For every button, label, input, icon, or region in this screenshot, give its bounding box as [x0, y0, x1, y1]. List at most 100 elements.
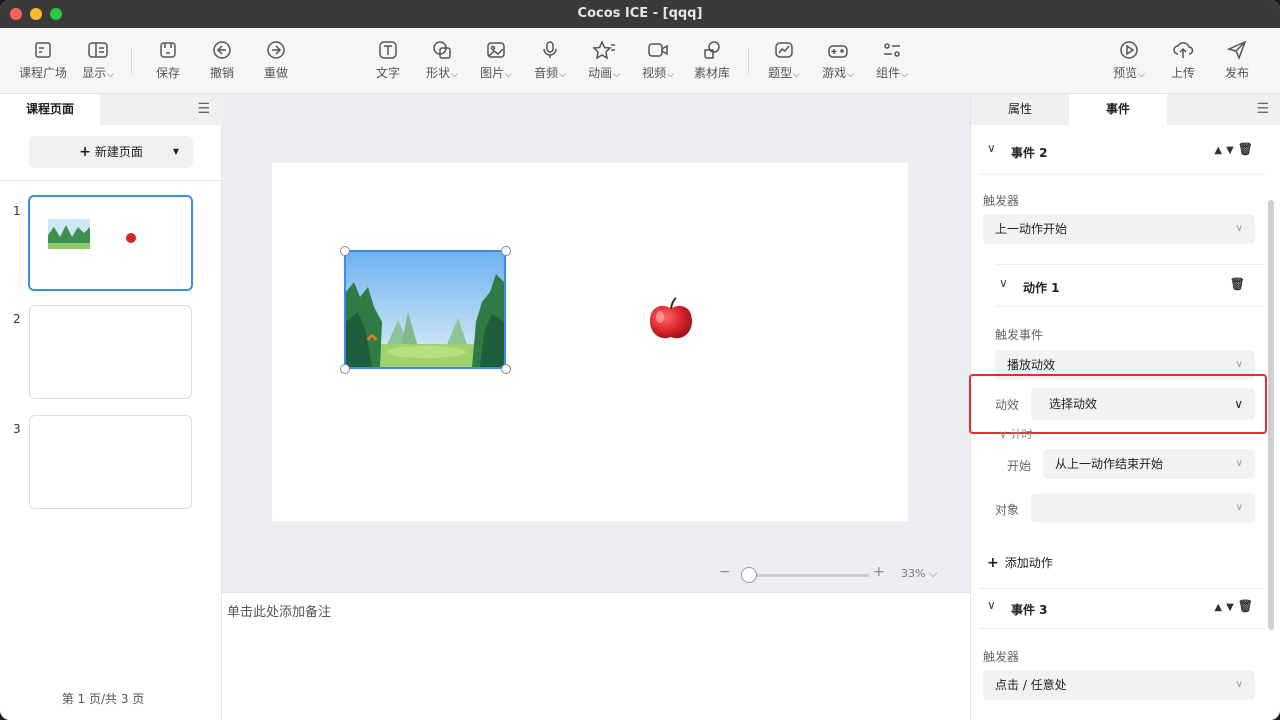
toolbar-undo[interactable]: 撤销 [194, 40, 250, 84]
page-thumbnail-2[interactable] [29, 305, 192, 399]
tab-events[interactable]: 事件 [1069, 94, 1167, 125]
trash-icon[interactable]: 🗑 [1238, 599, 1257, 613]
chevron-down-icon[interactable]: ∨ [999, 276, 1008, 290]
toolbar-animation[interactable]: 动画⌵ [576, 40, 632, 84]
trigger-label: 触发器 [983, 650, 1020, 664]
chevron-down-icon[interactable]: ∨ [987, 141, 996, 155]
main-toolbar: 课程广场 显示⌵ 保存 撤销 重做 文字 形状⌵ 图片⌵ 音频⌵ 动画⌵ 视频⌵… [0, 28, 1280, 94]
trigger-event-label: 触发事件 [995, 328, 1044, 342]
toolbar-label: 文字 [375, 66, 400, 80]
toolbar-label: 音频 [534, 66, 559, 80]
chevron-down-icon[interactable]: ∨ [987, 598, 996, 612]
chevron-down-icon: ⌵ [901, 70, 908, 80]
toolbar-upload[interactable]: 上传 [1155, 40, 1211, 84]
page-list-panel: 课程页面 ☰ + 新建页面 ▼ 1 2 3 第 1 页/共 3 页 [0, 94, 222, 720]
page-number: 2 [13, 312, 21, 326]
new-page-button[interactable]: + 新建页面 ▼ [29, 136, 193, 168]
toolbar-save[interactable]: 保存 [140, 40, 196, 84]
forest-image[interactable] [344, 250, 506, 369]
move-up-icon[interactable]: ▲ [1214, 602, 1226, 613]
toolbar-component[interactable]: 组件⌵ [864, 40, 920, 84]
trash-icon[interactable]: 🗑 [1238, 142, 1257, 156]
start-select[interactable]: 从上一动作结束开始 ∨ [1043, 449, 1255, 479]
move-up-icon[interactable]: ▲ [1214, 145, 1226, 156]
timing-label: 计时 [1010, 428, 1033, 441]
chevron-down-icon: ⌵ [613, 70, 620, 80]
timing-section[interactable]: ∨ 计时 [999, 426, 1033, 442]
chevron-down-icon: ∨ [1235, 223, 1243, 234]
toolbar-game[interactable]: 游戏⌵ [810, 40, 866, 84]
toolbar-audio[interactable]: 音频⌵ [522, 40, 578, 84]
start-value: 从上一动作结束开始 [1055, 457, 1164, 471]
chevron-down-icon: ⌵ [928, 567, 938, 580]
trigger-select[interactable]: 上一动作开始 ∨ [983, 214, 1255, 244]
page-number: 3 [13, 422, 21, 436]
trigger-value: 上一动作开始 [995, 222, 1068, 236]
action-1-header[interactable]: ∨ 动作 1 🗑 [999, 275, 1261, 299]
tab-properties[interactable]: 属性 [971, 94, 1069, 125]
page-thumbnail-1[interactable] [28, 195, 193, 291]
toolbar-label: 发布 [1224, 66, 1249, 80]
toolbar-display[interactable]: 显示⌵ [70, 40, 126, 84]
app-window: Cocos ICE - [qqq] 课程广场 显示⌵ 保存 撤销 重做 文字 形… [0, 0, 1280, 720]
toolbar-label: 课程广场 [18, 66, 67, 80]
hamburger-menu-icon[interactable]: ☰ [1256, 101, 1269, 117]
toolbar-shape[interactable]: 形状⌵ [414, 40, 470, 84]
add-action-label: 添加动作 [1004, 556, 1053, 570]
zoom-level-dropdown[interactable]: 33% ⌵ [901, 567, 937, 581]
trigger-select[interactable]: 点击 / 任意处 ∨ [983, 670, 1255, 700]
slide-canvas[interactable] [272, 163, 908, 521]
zoom-out-button[interactable]: − [719, 564, 731, 580]
zoom-slider-knob[interactable] [741, 567, 757, 583]
start-label: 开始 [1007, 459, 1032, 473]
resize-handle-top-left[interactable] [340, 246, 350, 256]
upload-icon [1173, 42, 1194, 58]
resize-handle-top-right[interactable] [501, 246, 511, 256]
toolbar-redo[interactable]: 重做 [248, 40, 304, 84]
target-select[interactable]: ∨ [1031, 493, 1255, 523]
scrollbar[interactable] [1268, 200, 1274, 630]
text-icon [379, 41, 397, 59]
zoom-in-button[interactable]: + [873, 564, 885, 580]
chevron-down-icon: ⌵ [667, 70, 674, 80]
zoom-slider[interactable] [751, 574, 869, 577]
event-3-header[interactable]: ∨ 事件 3 ▲▼🗑 [987, 597, 1265, 621]
microphone-icon [543, 41, 557, 58]
toolbar-asset-library[interactable]: 素材库 [684, 40, 740, 84]
right-panel-tabbar: 属性 事件 ☰ [971, 94, 1280, 125]
trigger-value: 点击 / 任意处 [995, 678, 1067, 692]
toolbar-publish[interactable]: 发布 [1209, 40, 1265, 84]
toolbar-video[interactable]: 视频⌵ [630, 40, 686, 84]
divider [0, 180, 222, 181]
play-icon [1120, 41, 1138, 59]
toolbar-image[interactable]: 图片⌵ [468, 40, 524, 84]
toolbar-label: 图片 [480, 66, 505, 80]
resize-handle-bottom-left[interactable] [340, 364, 350, 374]
apple-image[interactable] [646, 295, 696, 345]
toolbar-question-type[interactable]: 题型⌵ [756, 40, 812, 84]
toolbar-label: 预览 [1113, 66, 1138, 80]
toolbar-label: 保存 [155, 66, 180, 80]
move-down-icon[interactable]: ▼ [1226, 145, 1238, 156]
tab-course-pages[interactable]: 课程页面 [0, 94, 100, 125]
toolbar-label: 组件 [876, 66, 901, 80]
event-2-header[interactable]: ∨ 事件 2 ▲▼🗑 [987, 140, 1265, 164]
chevron-down-icon: ⌵ [505, 70, 512, 80]
caret-down-icon[interactable]: ▼ [173, 136, 179, 168]
toolbar-course-square[interactable]: 课程广场 [15, 40, 71, 84]
notes-area[interactable]: 单击此处添加备注 [222, 592, 970, 720]
page-thumbnail-3[interactable] [29, 415, 192, 509]
chevron-down-icon: ⌵ [793, 70, 800, 80]
image-icon [487, 42, 505, 58]
chevron-down-icon: ⌵ [847, 70, 854, 80]
page-number: 1 [13, 204, 21, 218]
add-action-button[interactable]: + 添加动作 [987, 554, 1053, 571]
divider [995, 264, 1265, 265]
trash-icon[interactable]: 🗑 [1230, 277, 1249, 291]
toolbar-text[interactable]: 文字 [360, 40, 416, 84]
move-down-icon[interactable]: ▼ [1226, 602, 1238, 613]
toolbar-preview[interactable]: 预览⌵ [1101, 40, 1157, 84]
hamburger-menu-icon[interactable]: ☰ [197, 101, 210, 117]
resize-handle-bottom-right[interactable] [501, 364, 511, 374]
zoom-control: − + 33% ⌵ [719, 564, 949, 584]
